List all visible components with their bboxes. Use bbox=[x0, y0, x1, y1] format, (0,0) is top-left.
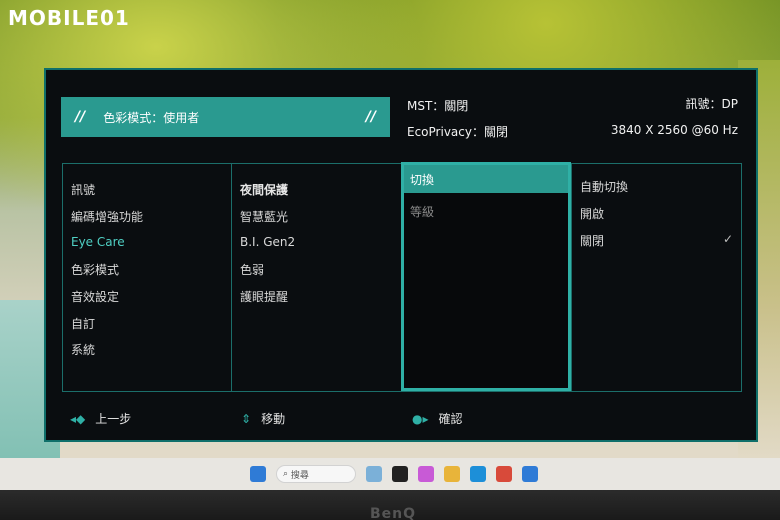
value-item-off[interactable]: 關閉 bbox=[580, 232, 604, 249]
main-menu-item-system[interactable]: 系統 bbox=[71, 341, 95, 358]
main-menu-column: 訊號 編碼增強功能 Eye Care 色彩模式 音效設定 自訂 系統 bbox=[63, 164, 232, 391]
color-mode-label: 色彩模式：使用者 bbox=[103, 110, 200, 125]
value-item-auto-toggle[interactable]: 自動切換 bbox=[580, 178, 628, 195]
confirm-dot-icon: ●▸ bbox=[412, 411, 429, 426]
main-menu-item-audio[interactable]: 音效設定 bbox=[71, 288, 119, 305]
checkmark-icon: ✓ bbox=[722, 232, 733, 246]
option-menu-column: 切換 等級 bbox=[401, 162, 571, 391]
windows-taskbar: ⌕ 搜尋 bbox=[0, 458, 780, 490]
store-icon[interactable] bbox=[496, 466, 512, 482]
sub-menu-item-eye-reminder[interactable]: 護眼提醒 bbox=[240, 288, 288, 305]
value-item-on[interactable]: 開啟 bbox=[580, 205, 604, 222]
signal-status: 訊號：DP bbox=[685, 97, 738, 111]
mst-status: MST：關閉 bbox=[407, 99, 469, 113]
watermark-logo: MOBILE01 bbox=[8, 6, 130, 30]
menu-frame: 訊號 編碼增強功能 Eye Care 色彩模式 音效設定 自訂 系統 夜間保護 … bbox=[62, 162, 743, 392]
value-menu-column: 自動切換 開啟 關閉 ✓ bbox=[571, 164, 743, 391]
main-menu-item-eye-care[interactable]: Eye Care bbox=[71, 235, 125, 249]
copilot-icon[interactable] bbox=[418, 466, 434, 482]
option-item-toggle[interactable]: 切換 bbox=[404, 165, 568, 193]
search-icon: ⌕ bbox=[283, 469, 291, 479]
osd-panel: // 色彩模式：使用者 // MST：關閉 EcoPrivacy：關閉 訊號：D… bbox=[44, 68, 758, 442]
taskbar-icons: ⌕ 搜尋 bbox=[250, 465, 548, 483]
sub-menu-item-bi-gen2[interactable]: B.I. Gen2 bbox=[240, 235, 295, 249]
footer-confirm-label: 確認 bbox=[438, 412, 463, 426]
ecoprivacy-status: EcoPrivacy：關閉 bbox=[407, 125, 508, 139]
monitor-brand-logo: BenQ bbox=[370, 506, 417, 520]
mode-slash-left: // bbox=[75, 109, 86, 125]
sub-menu-column: 夜間保護 智慧藍光 B.I. Gen2 色弱 護眼提醒 bbox=[232, 164, 400, 391]
main-menu-item-signal[interactable]: 訊號 bbox=[71, 181, 95, 198]
windows-start-icon[interactable] bbox=[250, 466, 266, 482]
sub-menu-item-night-protection[interactable]: 夜間保護 bbox=[240, 181, 288, 198]
footer-confirm[interactable]: ●▸ 確認 bbox=[412, 410, 463, 427]
main-menu-item-encoding[interactable]: 編碼增強功能 bbox=[71, 208, 143, 225]
footer-move[interactable]: ⇕ 移動 bbox=[241, 410, 285, 427]
footer-back-label: 上一步 bbox=[95, 412, 132, 426]
main-menu-item-custom[interactable]: 自訂 bbox=[71, 315, 95, 332]
sub-menu-item-smart-blue-light[interactable]: 智慧藍光 bbox=[240, 208, 288, 225]
file-explorer-icon[interactable] bbox=[444, 466, 460, 482]
resolution-status: 3840 X 2560 @60 Hz bbox=[610, 123, 738, 137]
weather-widget-icon[interactable] bbox=[366, 466, 382, 482]
up-down-arrow-icon: ⇕ bbox=[241, 411, 252, 426]
option-item-toggle-label: 切換 bbox=[410, 173, 435, 187]
footer-move-label: 移動 bbox=[261, 412, 286, 426]
main-menu-item-color-mode[interactable]: 色彩模式 bbox=[71, 261, 119, 278]
footer-back[interactable]: ◂◆ 上一步 bbox=[70, 410, 131, 427]
taskbar-search-placeholder: 搜尋 bbox=[290, 470, 309, 481]
mode-slash-right: // bbox=[365, 109, 376, 125]
color-mode-bar: // 色彩模式：使用者 // bbox=[61, 97, 390, 137]
task-view-icon[interactable] bbox=[392, 466, 408, 482]
mail-icon[interactable] bbox=[522, 466, 538, 482]
option-item-level[interactable]: 等級 bbox=[410, 203, 434, 220]
sub-menu-item-color-weakness[interactable]: 色弱 bbox=[240, 261, 264, 278]
edge-browser-icon[interactable] bbox=[470, 466, 486, 482]
left-arrow-icon: ◂◆ bbox=[70, 411, 86, 426]
taskbar-search[interactable]: ⌕ 搜尋 bbox=[276, 465, 356, 483]
